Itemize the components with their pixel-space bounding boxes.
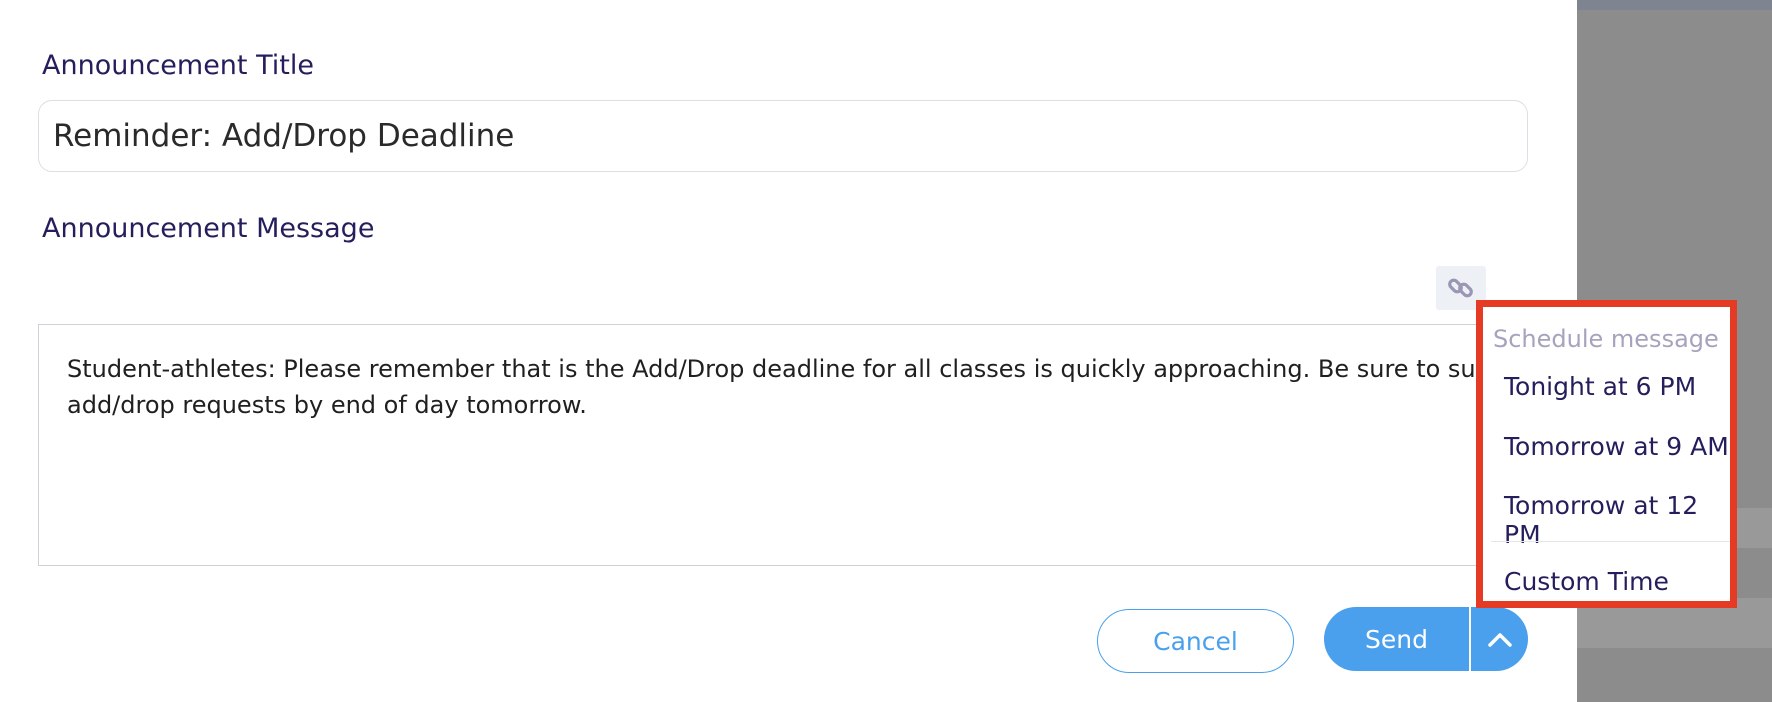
schedule-option-custom-time[interactable]: Custom Time xyxy=(1504,567,1669,596)
announcement-title-label: Announcement Title xyxy=(42,50,314,81)
schedule-toggle-button[interactable] xyxy=(1471,607,1528,671)
schedule-message-menu: Schedule message Tonight at 6 PM Tomorro… xyxy=(1476,300,1737,608)
cancel-button[interactable]: Cancel xyxy=(1097,609,1294,673)
announcement-message-textarea[interactable]: Student-athletes: Please remember that i… xyxy=(38,324,1518,566)
schedule-menu-header: Schedule message xyxy=(1493,325,1719,353)
link-icon xyxy=(1448,278,1473,298)
schedule-option-tomorrow-9am[interactable]: Tomorrow at 9 AM xyxy=(1504,432,1729,461)
send-button[interactable]: Send xyxy=(1324,607,1469,671)
schedule-option-tonight-6pm[interactable]: Tonight at 6 PM xyxy=(1504,372,1696,401)
announcement-message-label: Announcement Message xyxy=(42,213,375,244)
announcement-title-input[interactable] xyxy=(38,100,1528,172)
chevron-up-icon xyxy=(1487,633,1512,647)
announcement-message-text: Student-athletes: Please remember that i… xyxy=(67,355,1518,419)
send-button-group: Send xyxy=(1324,607,1528,671)
backdrop-strip xyxy=(1577,0,1772,10)
menu-divider xyxy=(1491,541,1730,542)
